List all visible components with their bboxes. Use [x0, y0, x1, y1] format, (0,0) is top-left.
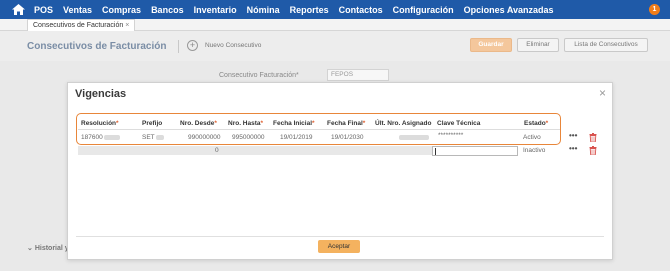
cell-fecha-final[interactable]: 19/01/2030	[331, 134, 364, 141]
tab-close-icon[interactable]: ×	[125, 22, 129, 29]
column-header-resolucion: Resolución*	[81, 120, 119, 127]
history-section-toggle[interactable]: ⌄ Historial y	[27, 244, 69, 252]
nav-item-configuracion[interactable]: Configuración	[393, 5, 454, 15]
trash-icon[interactable]	[589, 133, 597, 142]
redacted-block	[103, 134, 120, 140]
cell-resolucion[interactable]: 187600	[81, 134, 120, 141]
column-header-prefijo: Prefijo	[142, 120, 163, 127]
tab-strip: Consecutivos de Facturación ×	[0, 19, 670, 31]
redacted-block	[399, 134, 429, 140]
close-icon[interactable]: ×	[599, 86, 606, 100]
nav-item-bancos[interactable]: Bancos	[151, 5, 184, 15]
trash-icon[interactable]	[589, 146, 597, 155]
tab-consecutivos[interactable]: Consecutivos de Facturación ×	[27, 19, 136, 31]
cell-fecha-inicial[interactable]: 19/01/2019	[280, 134, 313, 141]
nav-item-nomina[interactable]: Nómina	[247, 5, 280, 15]
consecutivo-field[interactable]: FEPOS	[327, 69, 389, 81]
modal-title: Vigencias	[75, 88, 127, 100]
nav-item-compras[interactable]: Compras	[102, 5, 141, 15]
column-header-clave-tecnica: Clave Técnica	[437, 120, 481, 127]
column-header-fecha-final: Fecha Final*	[327, 120, 366, 127]
save-button[interactable]: Guardar	[470, 38, 512, 52]
cell-ult-nro-asignado[interactable]	[398, 134, 429, 141]
cell-clave-tecnica[interactable]: **********	[438, 132, 463, 139]
page-header: Consecutivos de Facturación + Nuevo Cons…	[0, 31, 670, 61]
tab-label: Consecutivos de Facturación	[33, 22, 124, 29]
top-navigation-bar: POS Ventas Compras Bancos Inventario Nóm…	[0, 0, 670, 19]
cell-estado[interactable]: Activo	[523, 134, 541, 141]
column-header-nro-desde: Nro. Desde*	[180, 120, 217, 127]
header-divider	[178, 40, 179, 53]
cell-nro-hasta[interactable]: 995000000	[232, 134, 265, 141]
more-options-icon[interactable]: •••	[569, 144, 577, 153]
nav-item-inventario[interactable]: Inventario	[194, 5, 237, 15]
nav-item-ventas[interactable]: Ventas	[63, 5, 92, 15]
clave-tecnica-input[interactable]	[432, 146, 518, 156]
nav-item-reportes[interactable]: Reportes	[290, 5, 329, 15]
new-consecutive-link[interactable]: Nuevo Consecutivo	[205, 42, 261, 49]
header-divider-line	[78, 129, 560, 130]
page-title: Consecutivos de Facturación	[27, 41, 167, 52]
cell-nro-desde[interactable]: 990000000	[188, 134, 221, 141]
cell-ult-nro-new[interactable]: 0	[215, 147, 219, 154]
vigencias-table: Resolución* Prefijo Nro. Desde* Nro. Has…	[76, 113, 604, 237]
redacted-block	[155, 134, 164, 140]
delete-button[interactable]: Eliminar	[517, 38, 559, 52]
accept-button[interactable]: Aceptar	[318, 240, 360, 253]
plus-icon[interactable]: +	[187, 40, 198, 51]
column-header-estado: Estado*	[524, 120, 549, 127]
notification-badge[interactable]: 1	[649, 4, 660, 15]
nav-item-opciones-avanzadas[interactable]: Opciones Avanzadas	[464, 5, 554, 15]
list-consecutives-button[interactable]: Lista de Consecutivos	[564, 38, 648, 52]
cell-estado-new[interactable]: Inactivo	[523, 147, 545, 154]
more-options-icon[interactable]: •••	[569, 131, 577, 140]
column-header-ult-nro-asignado: Últ. Nro. Asignado	[375, 120, 432, 127]
nav-item-pos[interactable]: POS	[34, 5, 53, 15]
vigencias-modal: Vigencias × Resolución* Prefijo Nro. Des…	[67, 82, 613, 260]
text-cursor	[435, 148, 436, 155]
nav-item-contactos[interactable]: Contactos	[339, 5, 383, 15]
home-icon[interactable]	[10, 0, 26, 19]
cell-prefijo[interactable]: SET	[142, 134, 164, 141]
column-header-nro-hasta: Nro. Hasta*	[228, 120, 264, 127]
consecutivo-label: Consecutivo Facturación*	[219, 72, 299, 79]
column-header-fecha-inicial: Fecha Inicial*	[273, 120, 315, 127]
